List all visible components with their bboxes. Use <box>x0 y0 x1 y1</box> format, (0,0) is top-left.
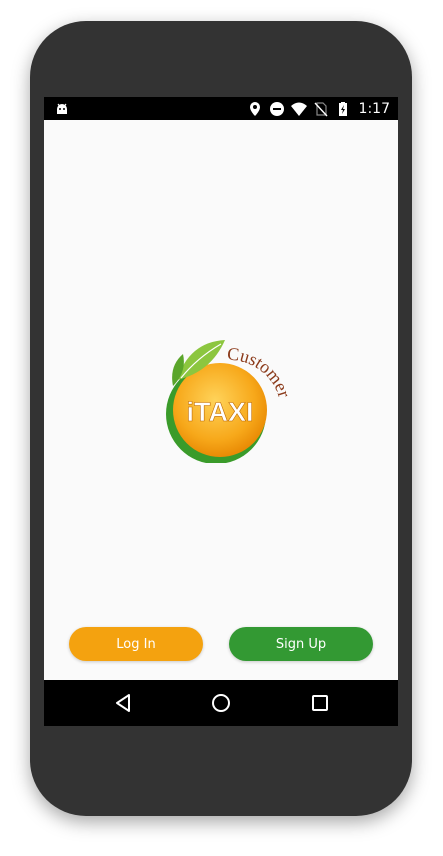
logo-brand-text: iTAXI <box>187 397 254 427</box>
status-icons: 1:17 <box>247 99 390 119</box>
signup-button[interactable]: Sign Up <box>229 627 373 661</box>
signup-button-label: Sign Up <box>275 636 327 652</box>
back-icon[interactable] <box>112 692 134 714</box>
wifi-icon <box>290 102 307 116</box>
login-button-label: Log In <box>116 636 156 652</box>
status-bar: 1:17 <box>44 97 398 120</box>
screen: 1:17 iTAXI Custom Log In Sign Up <box>44 97 398 726</box>
splash-content: iTAXI Customer Log In Sign Up <box>44 120 398 680</box>
login-button[interactable]: Log In <box>69 627 203 661</box>
battery-charging-icon <box>338 102 347 116</box>
home-icon[interactable] <box>210 692 232 714</box>
status-time: 1:17 <box>358 101 390 117</box>
itaxi-logo: iTAXI Customer <box>166 340 289 463</box>
android-debug-icon <box>57 103 67 114</box>
do-not-disturb-icon <box>269 102 284 116</box>
navigation-bar <box>44 680 398 726</box>
location-pin-icon <box>249 102 260 116</box>
recents-icon[interactable] <box>309 692 331 714</box>
no-sim-icon <box>314 102 328 117</box>
